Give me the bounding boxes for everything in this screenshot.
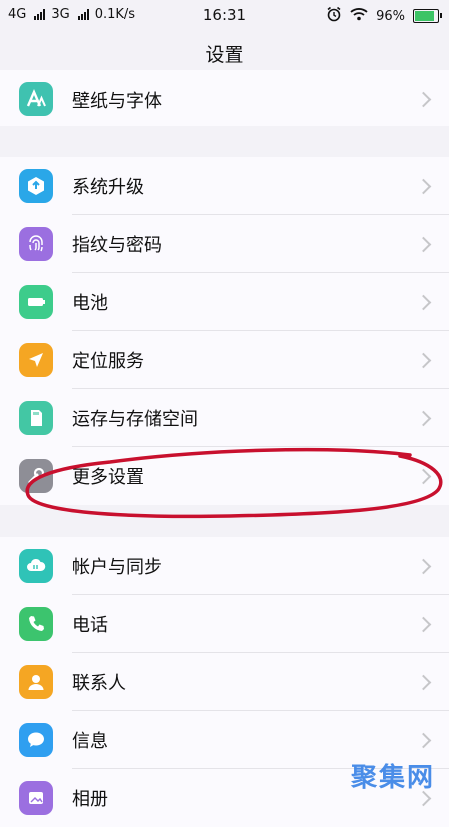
chevron-right-icon [415, 410, 432, 426]
settings-item-label: 联系人 [72, 673, 126, 694]
wrench-icon [19, 459, 53, 493]
chevron-right-icon [415, 236, 432, 252]
cloud-sync-icon [19, 549, 53, 583]
settings-item-system-upgrade[interactable]: 系统升级 [0, 157, 449, 215]
chevron-right-icon [415, 616, 432, 632]
wifi-icon [350, 7, 368, 25]
chevron-right-icon [415, 468, 432, 484]
chevron-right-icon [415, 558, 432, 574]
settings-item-account-sync[interactable]: 帐户与同步 [0, 537, 449, 595]
album-icon [19, 781, 53, 815]
settings-item-storage[interactable]: 运存与存储空间 [0, 389, 449, 447]
settings-item-fingerprint-password[interactable]: 指纹与密码 [0, 215, 449, 273]
settings-item-contacts[interactable]: 联系人 [0, 653, 449, 711]
message-icon [19, 723, 53, 757]
settings-item-label: 信息 [72, 731, 108, 752]
chevron-right-icon [415, 352, 432, 368]
settings-item-label: 系统升级 [72, 177, 144, 198]
settings-item-location[interactable]: 定位服务 [0, 331, 449, 389]
fingerprint-icon [19, 227, 53, 261]
settings-item-label: 运存与存储空间 [72, 409, 198, 430]
settings-item-more-settings[interactable]: 更多设置 [0, 447, 449, 505]
settings-item-wallpaper-font[interactable]: 壁纸与字体 [0, 70, 449, 126]
settings-item-label: 指纹与密码 [72, 235, 162, 256]
chevron-right-icon [415, 674, 432, 690]
settings-item-label: 定位服务 [72, 351, 144, 372]
chevron-right-icon [415, 732, 432, 748]
settings-item-label: 电话 [72, 615, 108, 636]
settings-item-label: 电池 [72, 293, 108, 314]
settings-item-battery[interactable]: 电池 [0, 273, 449, 331]
settings-item-label: 更多设置 [72, 467, 144, 488]
status-bar: 4G 3G 0.1K/s 16:31 96% [0, 0, 449, 30]
settings-item-label: 帐户与同步 [72, 557, 162, 578]
contact-icon [19, 665, 53, 699]
settings-item-label: 相册 [72, 789, 108, 810]
settings-group-system: 系统升级 指纹与密码 电池 定位服务 运存与存储空间 更多设置 [0, 157, 449, 505]
location-arrow-icon [19, 343, 53, 377]
watermark-logo: 聚集网 [350, 763, 435, 793]
upgrade-box-icon [19, 169, 53, 203]
chevron-right-icon [415, 294, 432, 310]
phone-icon [19, 607, 53, 641]
chevron-right-icon [415, 91, 432, 108]
settings-group-display: 壁纸与字体 [0, 70, 449, 126]
font-a-icon [19, 82, 53, 116]
battery-icon [413, 9, 442, 23]
settings-item-phone[interactable]: 电话 [0, 595, 449, 653]
battery-icon [19, 285, 53, 319]
chevron-right-icon [415, 178, 432, 194]
alarm-icon [326, 6, 342, 26]
page-title: 设置 [205, 44, 244, 66]
battery-percent: 96% [376, 8, 405, 24]
sd-card-icon [19, 401, 53, 435]
settings-item-label: 壁纸与字体 [72, 91, 162, 112]
